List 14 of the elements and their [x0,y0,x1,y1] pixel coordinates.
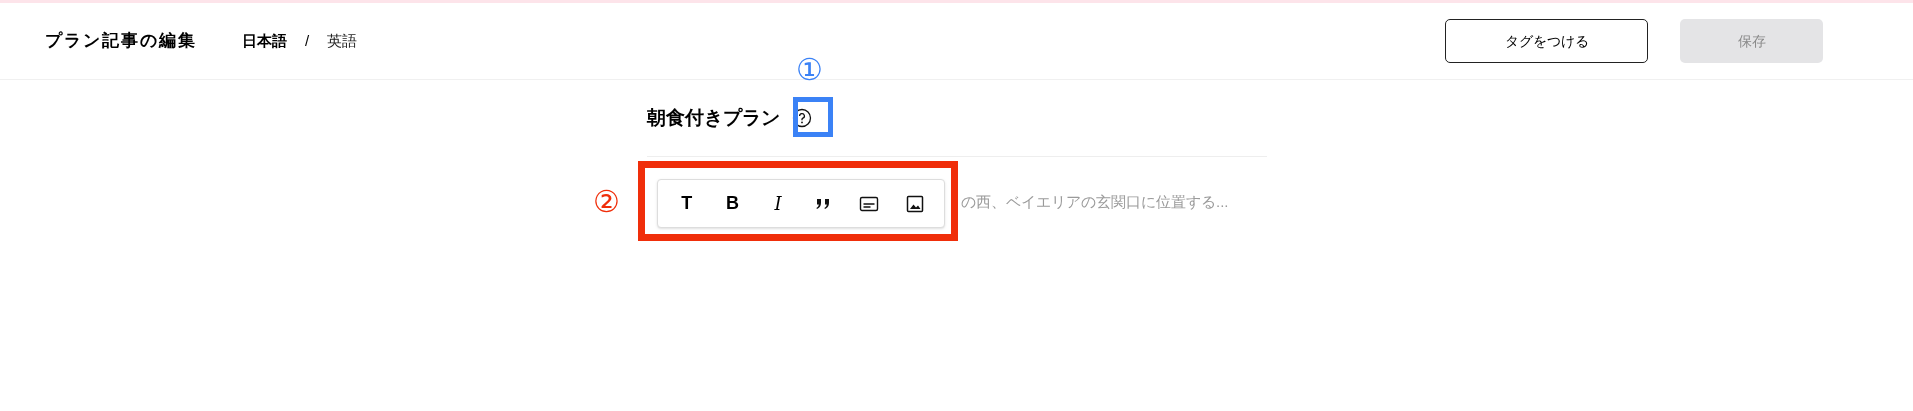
image-icon[interactable] [905,193,926,214]
format-button[interactable]: B [716,187,749,220]
plan-heading: 朝食付きプラン [647,105,780,130]
annotation-number: ② [593,184,620,220]
language-tab[interactable]: 日本語 [242,29,287,53]
body-placeholder: の西、ベイエリアの玄関口に位置する... [961,191,1229,212]
format-button[interactable]: T [670,187,703,220]
italic-button[interactable]: I [762,187,795,220]
separator: / [305,30,310,51]
tag-button[interactable]: タグをつける [1445,19,1648,63]
highlight-frame [793,97,833,137]
language-tab[interactable]: 英語 [327,29,358,53]
page-title: プラン記事の編集 [45,30,197,53]
annotation-number: ① [796,52,823,88]
